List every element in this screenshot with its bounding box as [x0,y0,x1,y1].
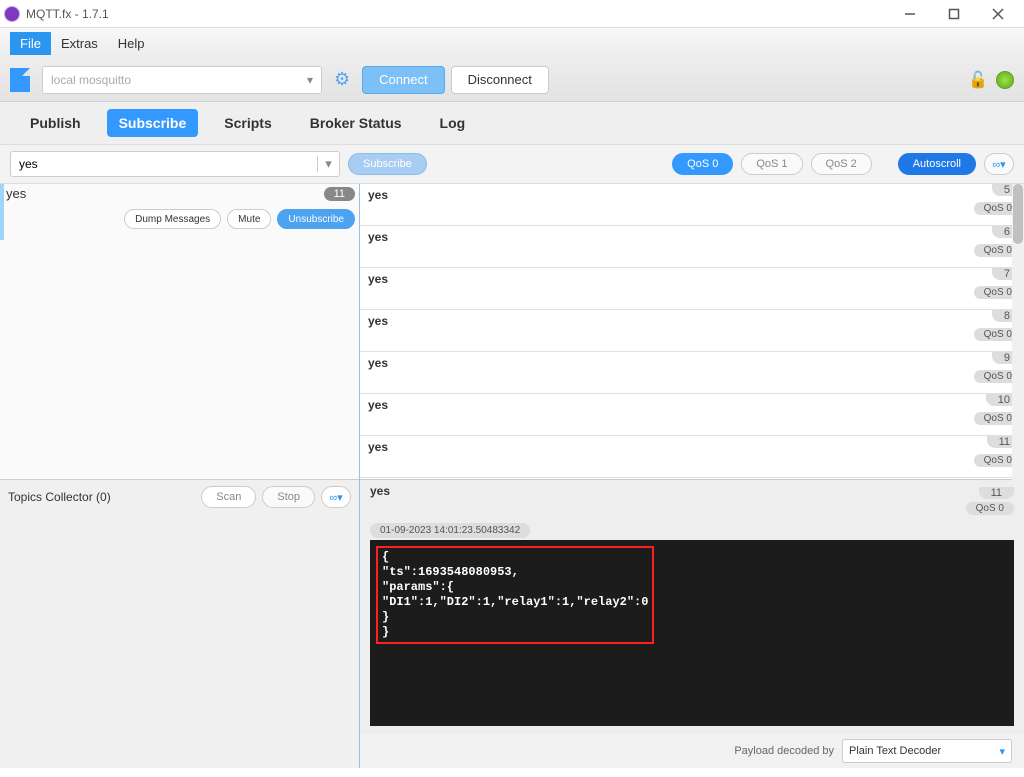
qos-2-button[interactable]: QoS 2 [811,153,872,175]
subscribed-topics-panel: yes 11 Dump Messages Mute Unsubscribe [0,184,359,480]
payload-text: { "ts":1693548080953, "params":{ "DI1":1… [376,546,654,644]
window-close[interactable] [976,0,1020,28]
decoder-label: Payload decoded by [734,745,834,757]
profile-file-icon [10,68,30,92]
stop-button[interactable]: Stop [262,486,315,508]
disconnect-button[interactable]: Disconnect [451,66,549,94]
menu-file[interactable]: File [10,32,51,55]
dump-messages-button[interactable]: Dump Messages [124,209,221,229]
topic-dropdown[interactable]: ▾ [317,156,339,172]
message-topic: yes [368,356,388,370]
tab-bar: Publish Subscribe Scripts Broker Status … [0,102,1024,144]
lock-open-icon: 🔓 [968,70,988,90]
topic-input-wrap: ▾ [10,151,340,177]
profile-name: local mosquitto [51,73,131,87]
settings-pill-icon[interactable]: ∞▾ [984,153,1014,175]
connection-status-led [996,71,1014,89]
message-row[interactable]: yes9QoS 0 [360,352,1024,394]
profile-select[interactable]: local mosquitto ▾ [42,66,322,94]
autoscroll-button[interactable]: Autoscroll [898,153,976,175]
connection-bar: local mosquitto ▾ ⚙ Connect Disconnect 🔓 [0,58,1024,102]
message-row[interactable]: yes8QoS 0 [360,310,1024,352]
message-topic: yes [368,398,388,412]
gear-icon[interactable]: ⚙ [328,69,356,90]
payload-viewer[interactable]: { "ts":1693548080953, "params":{ "DI1":1… [370,540,1014,726]
topics-collector-panel: Topics Collector (0) Scan Stop ∞▾ [0,480,359,768]
menu-help[interactable]: Help [108,32,155,55]
detail-msg-number: 11 [979,487,1014,499]
message-scrollbar[interactable] [1012,184,1024,480]
menu-extras[interactable]: Extras [51,32,108,55]
chevron-down-icon: ▾ [307,73,313,87]
window-title: MQTT.fx - 1.7.1 [26,7,109,21]
subscribed-topic-item[interactable]: yes 11 Dump Messages Mute Unsubscribe [6,186,355,229]
tab-publish[interactable]: Publish [18,109,93,137]
detail-qos-badge: QoS 0 [966,502,1014,515]
message-topic: yes [368,440,388,454]
app-icon [4,6,20,22]
chevron-down-icon: ▾ [999,745,1005,758]
message-row[interactable]: yes5QoS 0 [360,184,1024,226]
decoder-value: Plain Text Decoder [849,745,941,757]
tab-broker-status[interactable]: Broker Status [298,109,414,137]
scrollbar-thumb[interactable] [1013,184,1023,244]
collector-settings-icon[interactable]: ∞▾ [321,486,351,508]
detail-timestamp: 01-09-2023 14:01:23.50483342 [370,523,530,538]
tab-log[interactable]: Log [428,109,478,137]
subscribed-topic-name: yes [6,186,26,201]
message-topic: yes [368,188,388,202]
topic-color-bar [0,184,4,240]
tab-scripts[interactable]: Scripts [212,109,283,137]
detail-topic: yes [370,484,390,498]
message-topic: yes [368,314,388,328]
message-row[interactable]: yes7QoS 0 [360,268,1024,310]
subscribe-button[interactable]: Subscribe [348,153,427,175]
connect-button[interactable]: Connect [362,66,444,94]
tab-subscribe[interactable]: Subscribe [107,109,199,137]
message-detail-panel: yes 11 QoS 0 01-09-2023 14:01:23.5048334… [360,480,1024,768]
topics-collector-title: Topics Collector (0) [8,490,111,504]
mute-button[interactable]: Mute [227,209,271,229]
topic-input[interactable] [11,157,317,171]
message-count-badge: 11 [324,187,355,201]
message-row[interactable]: yes11QoS 0 [360,436,1024,478]
subscribe-bar: ▾ Subscribe QoS 0 QoS 1 QoS 2 Autoscroll… [0,144,1024,184]
message-row[interactable]: yes10QoS 0 [360,394,1024,436]
message-topic: yes [368,272,388,286]
qos-0-button[interactable]: QoS 0 [672,153,733,175]
scan-button[interactable]: Scan [201,486,256,508]
message-row[interactable]: yes6QoS 0 [360,226,1024,268]
decoder-select[interactable]: Plain Text Decoder ▾ [842,739,1012,763]
window-titlebar: MQTT.fx - 1.7.1 [0,0,1024,28]
qos-1-button[interactable]: QoS 1 [741,153,802,175]
window-maximize[interactable] [932,0,976,28]
window-minimize[interactable] [888,0,932,28]
message-list[interactable]: yes5QoS 0yes6QoS 0yes7QoS 0yes8QoS 0yes9… [360,184,1024,480]
message-topic: yes [368,230,388,244]
unsubscribe-button[interactable]: Unsubscribe [277,209,355,229]
menu-bar: File Extras Help [0,28,1024,58]
